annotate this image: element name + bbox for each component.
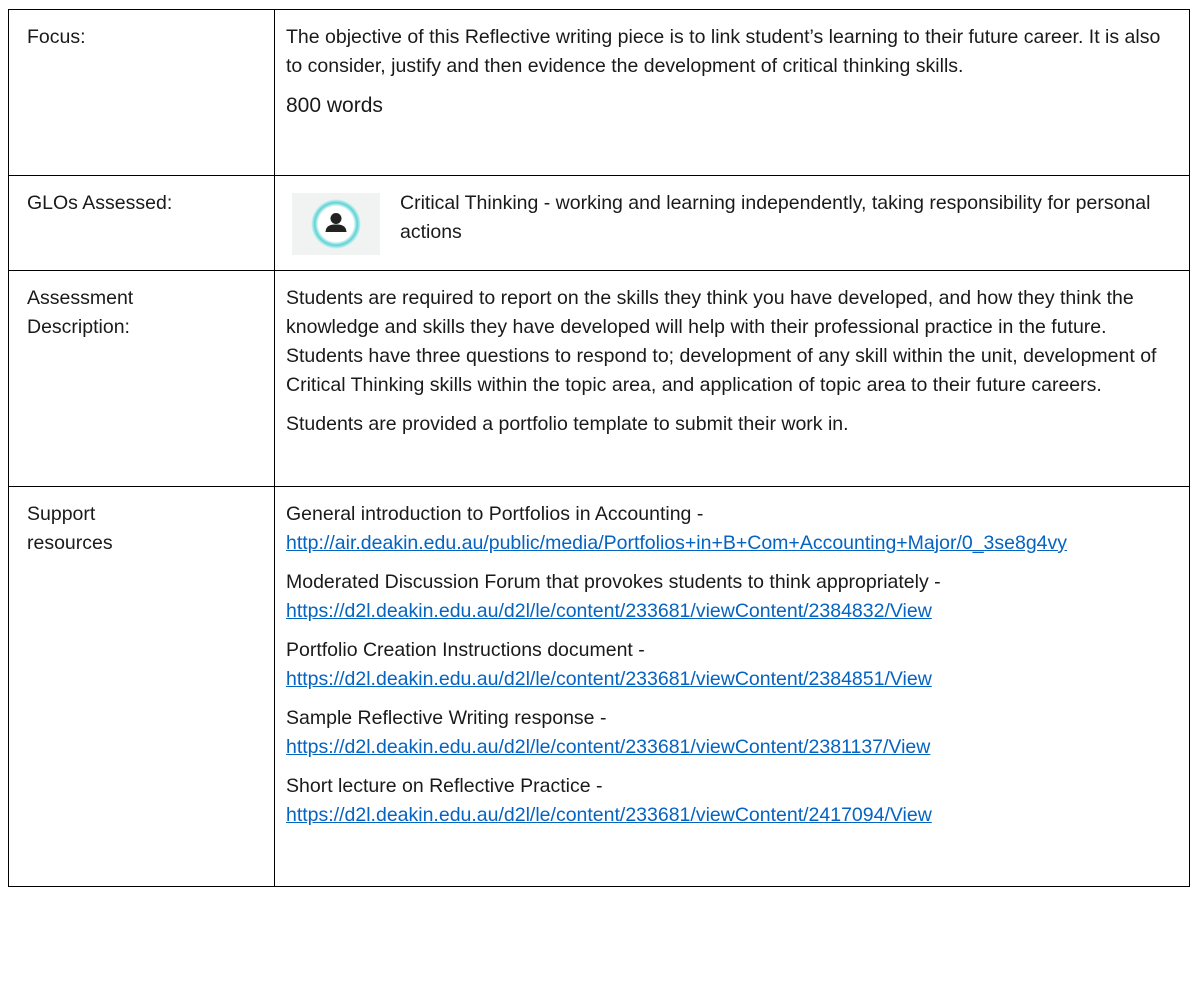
person-badge-icon: [292, 193, 380, 255]
support-label-line2: resources: [27, 532, 113, 554]
resource-title: Sample Reflective Writing response -: [286, 707, 607, 729]
assessment-note: Students are provided a portfolio templa…: [286, 413, 849, 435]
resource-item: Short lecture on Reflective Practice - h…: [286, 772, 1181, 830]
focus-row: Focus: The objective of this Reflective …: [8, 9, 1190, 176]
resource-link[interactable]: https://d2l.deakin.edu.au/d2l/le/content…: [286, 736, 930, 758]
glos-content: Critical Thinking - working and learning…: [274, 175, 1190, 271]
assessment-text: Students are required to report on the s…: [286, 287, 1157, 396]
support-content: General introduction to Portfolios in Ac…: [274, 486, 1190, 887]
assessment-label: Assessment Description:: [8, 270, 275, 487]
focus-content: The objective of this Reflective writing…: [274, 9, 1190, 176]
glos-row: GLOs Assessed: Critical Thinking - worki…: [8, 175, 1190, 271]
glo-description: Critical Thinking - working and learning…: [400, 192, 1151, 243]
assessment-row: Assessment Description: Students are req…: [8, 270, 1190, 487]
assessment-label-line1: Assessment: [27, 287, 134, 309]
glos-label: GLOs Assessed:: [8, 175, 275, 271]
resource-link[interactable]: https://d2l.deakin.edu.au/d2l/le/content…: [286, 668, 932, 690]
resource-link[interactable]: http://air.deakin.edu.au/public/media/Po…: [286, 532, 1067, 554]
resource-item: General introduction to Portfolios in Ac…: [286, 500, 1181, 558]
assessment-label-line2: Description:: [27, 316, 130, 338]
focus-text: The objective of this Reflective writing…: [286, 26, 1161, 77]
resource-link[interactable]: https://d2l.deakin.edu.au/d2l/le/content…: [286, 600, 932, 622]
resource-title: General introduction to Portfolios in Ac…: [286, 503, 704, 525]
resource-item: Portfolio Creation Instructions document…: [286, 636, 1181, 694]
support-label: Support resources: [8, 486, 275, 887]
support-label-line1: Support: [27, 503, 96, 525]
resource-title: Moderated Discussion Forum that provokes…: [286, 571, 941, 593]
assessment-content: Students are required to report on the s…: [274, 270, 1190, 487]
assessment-table: Focus: The objective of this Reflective …: [8, 9, 1190, 887]
resource-link[interactable]: https://d2l.deakin.edu.au/d2l/le/content…: [286, 804, 932, 826]
resource-title: Portfolio Creation Instructions document…: [286, 639, 645, 661]
word-count: 800 words: [286, 94, 383, 117]
resource-title: Short lecture on Reflective Practice -: [286, 775, 603, 797]
focus-label: Focus:: [8, 9, 275, 176]
resource-item: Sample Reflective Writing response - htt…: [286, 704, 1181, 762]
support-row: Support resources General introduction t…: [8, 486, 1190, 887]
resource-item: Moderated Discussion Forum that provokes…: [286, 568, 1181, 626]
